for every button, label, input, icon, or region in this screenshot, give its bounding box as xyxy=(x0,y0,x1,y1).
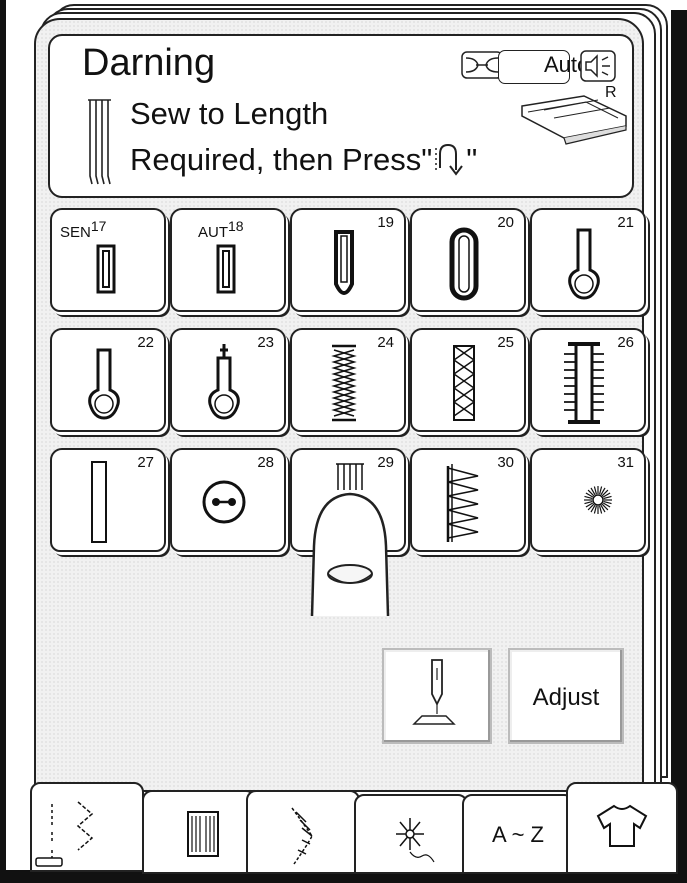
message-area: Darning Sew to Length Required, then Pre… xyxy=(48,34,634,198)
tab-label: A ~ Z xyxy=(492,822,544,847)
touch-screen: Darning Sew to Length Required, then Pre… xyxy=(6,0,678,874)
stitch-key-23[interactable]: 23 xyxy=(170,328,286,432)
keyhole-icon xyxy=(568,228,600,300)
darning-lines-icon xyxy=(88,99,111,185)
stitch-key-26[interactable]: 26 xyxy=(530,328,646,432)
mode-title: Darning xyxy=(82,42,216,84)
narrow-rectangle-icon xyxy=(216,244,236,294)
speaker-icon[interactable] xyxy=(580,50,616,82)
category-tab-4[interactable] xyxy=(354,794,468,874)
foot-letter: R xyxy=(605,84,617,101)
keyhole-with-bar-icon xyxy=(208,344,240,420)
category-tab-3[interactable] xyxy=(246,790,360,874)
needle-position-button[interactable] xyxy=(382,648,492,744)
adjust-label: Adjust xyxy=(532,684,600,711)
category-tab-5[interactable]: A ~ Z xyxy=(462,794,574,874)
stitch-key-24[interactable]: 24 xyxy=(290,328,406,432)
eyelet-icon xyxy=(584,486,612,514)
stitch-key-28[interactable]: 28 xyxy=(170,448,286,552)
tall-oval-icon xyxy=(449,227,479,301)
rounded-rectangle-icon xyxy=(334,230,354,295)
category-tab-2[interactable] xyxy=(142,790,256,874)
device-frame-right xyxy=(671,10,687,873)
needle-icon xyxy=(412,659,456,725)
instruction-line-1: Sew to Length xyxy=(130,96,329,131)
bartack-ladder-icon xyxy=(564,342,604,424)
keyhole-icon xyxy=(88,348,120,420)
stitch-key-18[interactable]: AUT18 xyxy=(170,208,286,312)
buttonhole-icon xyxy=(187,811,219,857)
zigzag-column-icon xyxy=(331,344,357,422)
zigzag-tack-icon xyxy=(446,464,479,542)
satin-stitch-icon xyxy=(291,807,313,865)
utility-stitch-icon xyxy=(35,801,94,867)
stitch-key-27[interactable]: 27 xyxy=(50,448,166,552)
stitch-key-31[interactable]: 31 xyxy=(530,448,646,552)
stitch-key-22[interactable]: 22 xyxy=(50,328,166,432)
button-sew-icon xyxy=(202,480,246,524)
stitch-key-30[interactable]: 30 xyxy=(410,448,526,552)
adjust-button[interactable]: Adjust xyxy=(508,648,624,744)
finger-pointer-icon xyxy=(310,492,390,617)
stitch-key-21[interactable]: 21 xyxy=(530,208,646,312)
garment-icon xyxy=(596,804,648,847)
stitch-key-19[interactable]: 19 xyxy=(290,208,406,312)
reverse-arrow-icon xyxy=(435,143,464,176)
category-tab-6[interactable] xyxy=(566,782,678,874)
cross-hatch-column-icon xyxy=(453,345,475,421)
rectangle-icon xyxy=(91,461,107,543)
instruction-line-2: Required, then Press" " xyxy=(130,142,478,177)
decorative-flower-icon xyxy=(396,818,435,863)
stitch-key-20[interactable]: 20 xyxy=(410,208,526,312)
category-tab-1[interactable] xyxy=(30,782,144,872)
narrow-rectangle-icon xyxy=(96,244,116,294)
stitch-key-17[interactable]: SEN17 xyxy=(50,208,166,312)
stitch-key-25[interactable]: 25 xyxy=(410,328,526,432)
